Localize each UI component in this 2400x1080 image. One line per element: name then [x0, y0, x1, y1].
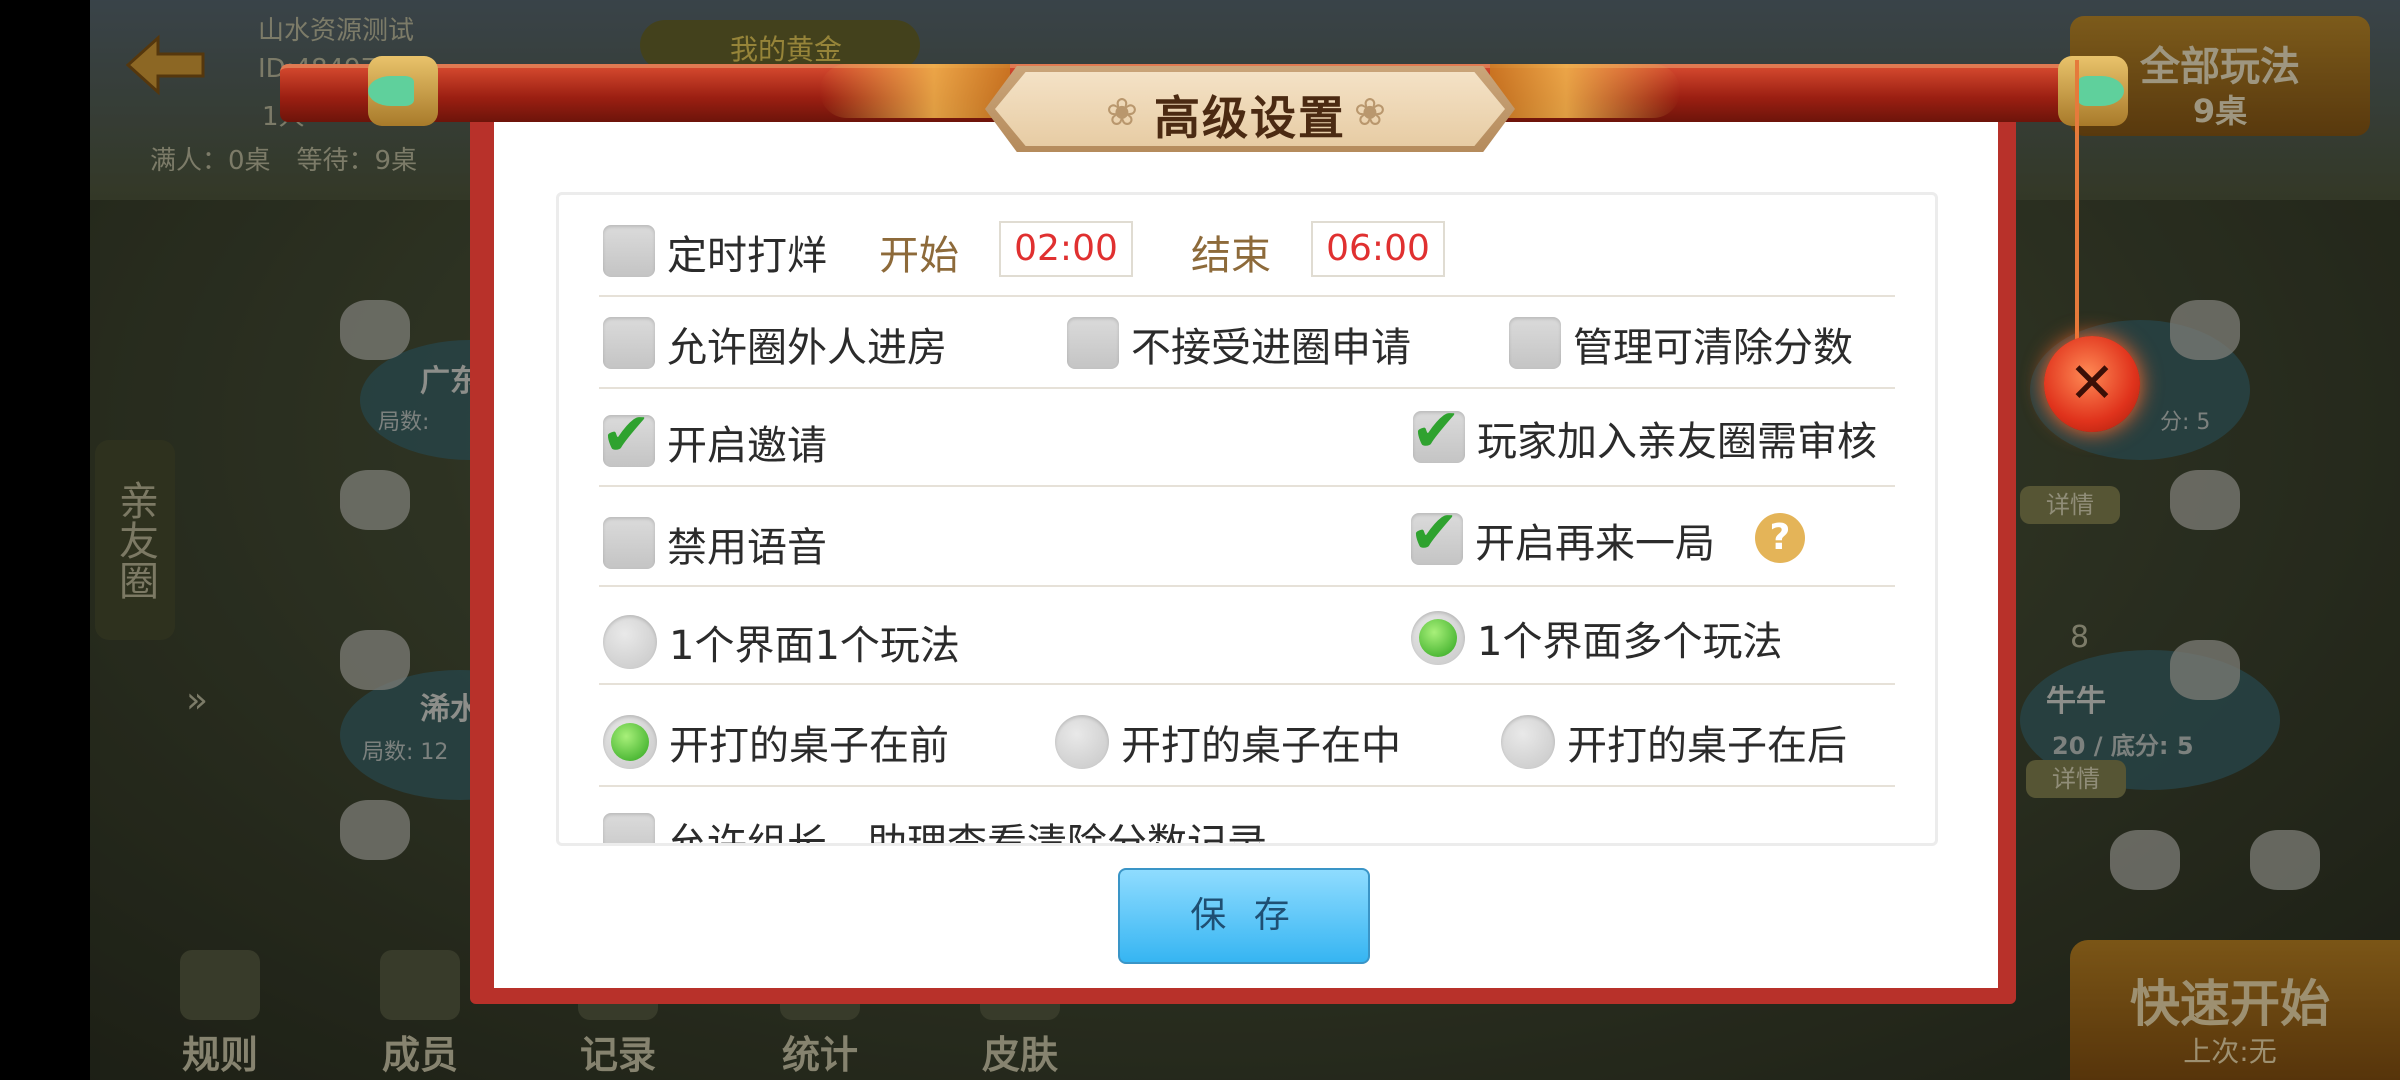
row-divider [599, 387, 1895, 389]
row-divider [599, 785, 1895, 787]
disable-voice-checkbox[interactable] [603, 517, 655, 569]
start-time-input[interactable]: 02:00 [999, 221, 1133, 277]
reject-join-requests-label: 不接受进圈申请 [1131, 325, 1411, 371]
radio-selected-dot [611, 723, 649, 761]
start-time-label: 开始 [879, 233, 959, 279]
dialog-title: 高级设置 [1154, 91, 1346, 145]
table-order-back-label: 开打的桌子在后 [1567, 723, 1847, 769]
radio-selected-dot [1419, 619, 1457, 657]
row-divider [599, 295, 1895, 297]
multi-mode-radio[interactable] [1411, 611, 1465, 665]
enable-invite-label: 开启邀请 [667, 423, 827, 469]
disable-voice-label: 禁用语音 [667, 525, 827, 571]
row-divider [599, 485, 1895, 487]
jade-ornament-icon [2078, 76, 2124, 106]
checkmark-icon: ✔ [601, 400, 652, 470]
view-clear-records-checkbox[interactable] [603, 813, 655, 843]
cloud-ornament-right [1490, 64, 1680, 118]
table-order-front-label: 开打的桌子在前 [669, 723, 949, 769]
timed-close-label: 定时打烊 [667, 233, 827, 279]
jade-ornament-icon [368, 76, 414, 106]
table-order-back-radio[interactable] [1501, 715, 1555, 769]
allow-outsiders-checkbox[interactable] [603, 317, 655, 369]
join-review-label: 玩家加入亲友圈需审核 [1477, 419, 1877, 465]
allow-outsiders-label: 允许圈外人进房 [667, 325, 947, 371]
admin-clear-score-label: 管理可清除分数 [1573, 325, 1853, 371]
admin-clear-score-checkbox[interactable] [1509, 317, 1561, 369]
single-mode-label: 1个界面1个玩法 [669, 623, 960, 669]
single-mode-radio[interactable] [603, 615, 657, 669]
hanging-cord [2075, 60, 2079, 340]
close-button[interactable]: ✕ [2044, 336, 2140, 432]
multi-mode-label: 1个界面多个玩法 [1477, 619, 1783, 665]
checkmark-icon: ✔ [1411, 396, 1462, 466]
settings-panel[interactable]: 定时打烊 开始 02:00 结束 06:00 允许圈外人进房 不接受进圈申请 管… [556, 192, 1938, 846]
end-time-label: 结束 [1191, 233, 1271, 279]
reject-join-requests-checkbox[interactable] [1067, 317, 1119, 369]
save-button[interactable]: 保 存 [1118, 868, 1370, 964]
cloud-ornament-left [820, 64, 1010, 118]
timed-close-checkbox[interactable] [603, 225, 655, 277]
help-icon[interactable]: ? [1755, 513, 1805, 563]
join-review-checkbox[interactable]: ✔ [1411, 399, 1465, 463]
play-again-label: 开启再来一局 [1475, 521, 1715, 567]
view-clear-records-label: 允许组长、助理查看清除分数记录 [667, 821, 1267, 846]
row-divider [599, 683, 1895, 685]
enable-invite-checkbox[interactable]: ✔ [601, 403, 655, 467]
row-divider [599, 585, 1895, 587]
table-order-middle-label: 开打的桌子在中 [1121, 723, 1401, 769]
checkmark-icon: ✔ [1409, 498, 1460, 568]
table-order-middle-radio[interactable] [1055, 715, 1109, 769]
table-order-front-radio[interactable] [603, 715, 657, 769]
play-again-checkbox[interactable]: ✔ [1409, 501, 1463, 565]
end-time-input[interactable]: 06:00 [1311, 221, 1445, 277]
